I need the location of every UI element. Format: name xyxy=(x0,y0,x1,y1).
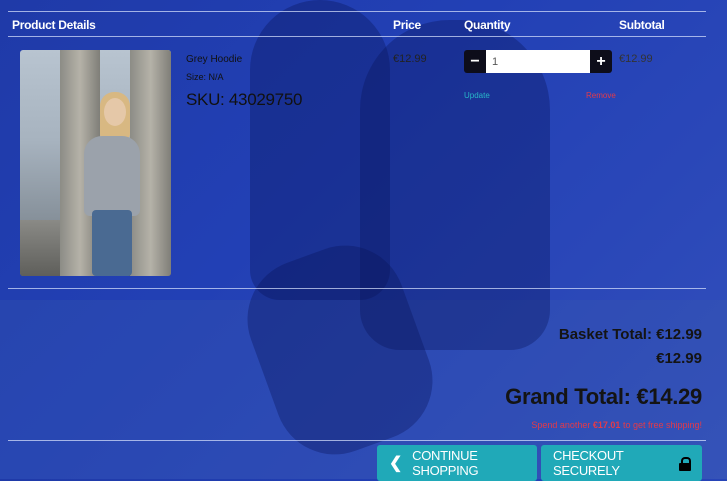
product-price: €12.99 xyxy=(393,53,427,65)
divider xyxy=(8,36,706,37)
lock-icon xyxy=(679,456,691,471)
update-link[interactable]: Update xyxy=(464,91,490,100)
continue-shopping-button[interactable]: ❮ CONTINUE SHOPPING xyxy=(377,445,537,481)
shipping-prefix: Spend another xyxy=(531,420,593,430)
divider xyxy=(8,288,706,289)
header-product-details: Product Details xyxy=(12,18,96,32)
header-price: Price xyxy=(393,18,421,32)
header-subtotal: Subtotal xyxy=(619,18,665,32)
divider xyxy=(8,440,706,441)
shipping-amount: €17.01 xyxy=(592,420,621,430)
product-subtotal: €12.99 xyxy=(619,53,653,65)
divider xyxy=(8,11,706,12)
free-shipping-message: Spend another €17.01 to get free shippin… xyxy=(531,420,702,430)
quantity-input[interactable] xyxy=(486,50,590,73)
product-sku: SKU: 43029750 xyxy=(186,90,303,109)
checkout-securely-label: CHECKOUT SECURELY xyxy=(553,448,624,478)
product-name[interactable]: Grey Hoodie xyxy=(186,54,242,65)
header-quantity: Quantity xyxy=(464,18,511,32)
decrease-quantity-button[interactable]: − xyxy=(464,50,486,73)
increase-quantity-button[interactable]: + xyxy=(590,50,612,73)
product-image[interactable] xyxy=(20,50,171,276)
chevron-left-icon: ❮ xyxy=(389,455,403,472)
product-size: Size: N/A xyxy=(186,72,224,82)
basket-total: Basket Total: €12.99 xyxy=(558,326,702,343)
grand-total: Grand Total: €14.29 xyxy=(505,384,702,409)
continue-shopping-label: CONTINUE SHOPPING xyxy=(412,448,479,478)
checkout-securely-button[interactable]: CHECKOUT SECURELY xyxy=(541,445,702,481)
quantity-stepper: − + xyxy=(464,50,612,73)
basket-amount: €12.99 xyxy=(656,350,702,367)
remove-link[interactable]: Remove xyxy=(586,91,616,100)
shipping-suffix: to get free shipping! xyxy=(620,420,702,430)
